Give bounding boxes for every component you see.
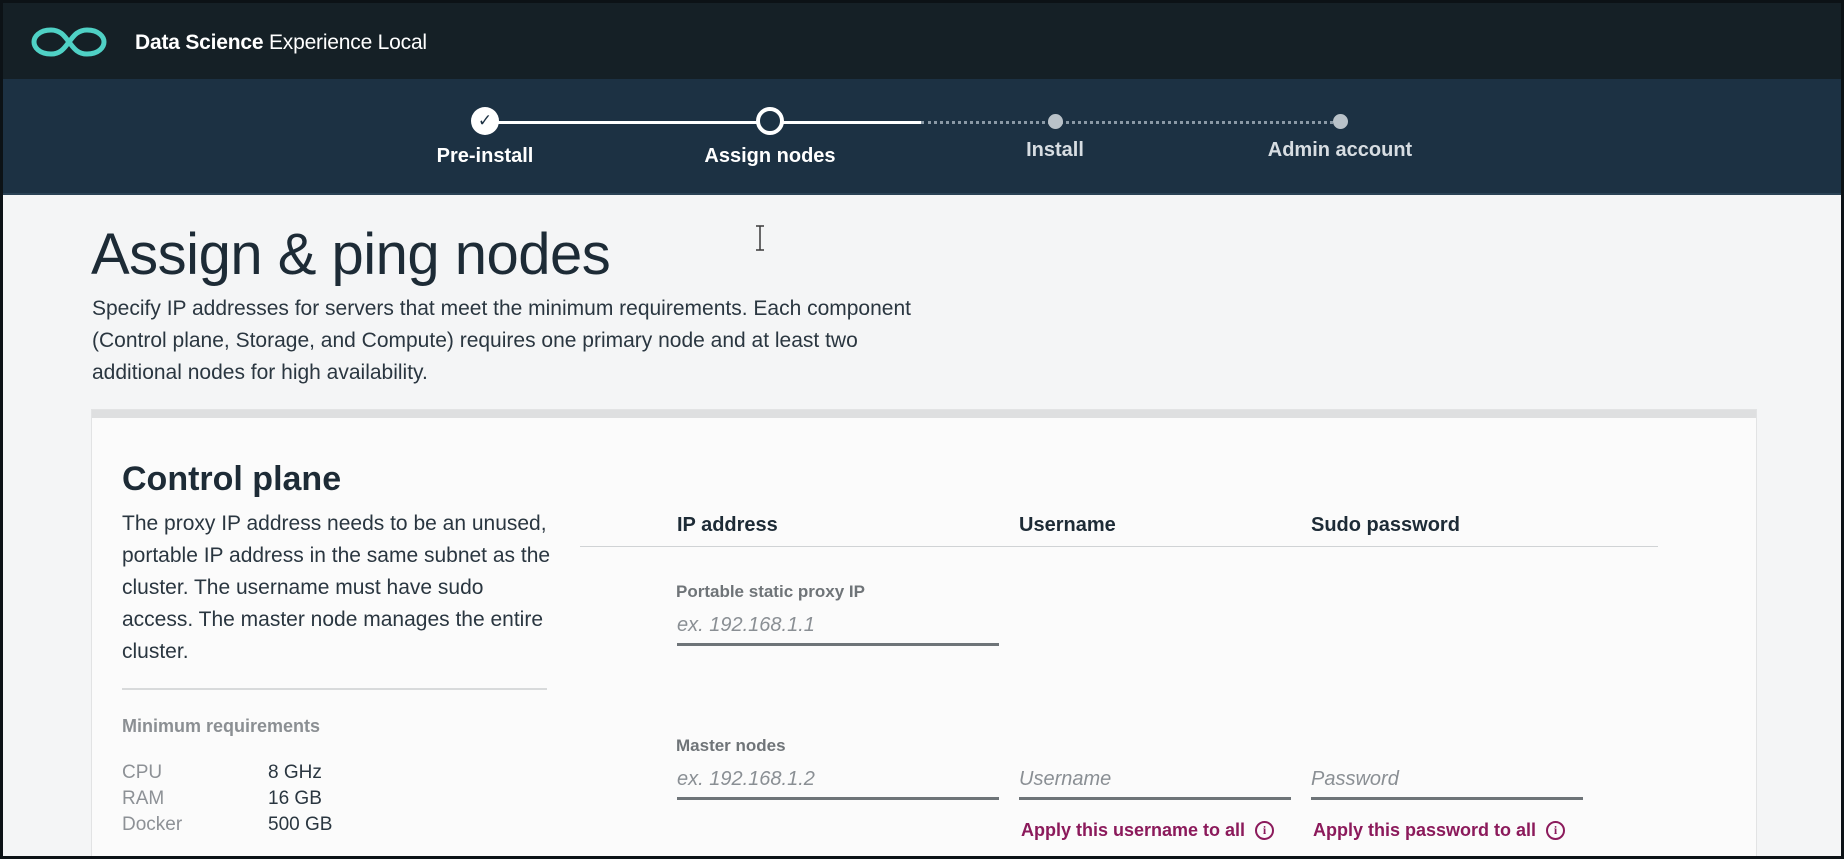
info-icon[interactable]: i <box>1546 821 1566 840</box>
text-cursor-icon <box>756 225 764 251</box>
app-title-bold: Data Science <box>135 31 264 54</box>
logo-icon <box>31 27 107 57</box>
divider <box>122 688 547 690</box>
apply-password-link[interactable]: Apply this password to all i <box>1313 820 1566 841</box>
apply-username-label: Apply this username to all <box>1021 820 1246 840</box>
master-username-field <box>1019 762 1291 800</box>
proxy-ip-label: Portable static proxy IP <box>676 582 865 601</box>
requirements-table: CPU 8 GHz RAM 16 GB Docker 500 GB <box>122 762 332 840</box>
step-admin-account[interactable]: Admin account <box>1240 107 1440 162</box>
requirements-title: Minimum requirements <box>122 716 321 736</box>
app-title-light: Experience Local <box>268 31 427 54</box>
master-username-input[interactable] <box>1019 762 1291 796</box>
column-header-ip: IP address <box>677 514 778 536</box>
page-description: Specify IP addresses for servers that me… <box>92 297 911 384</box>
control-plane-card: Control plane The proxy IP address needs… <box>92 410 1756 856</box>
header-divider <box>580 546 1658 547</box>
info-icon[interactable]: i <box>1255 821 1275 840</box>
progress-stepper: ✓ Pre-install Assign nodes Install Admin… <box>3 79 1841 251</box>
step-assign-nodes[interactable]: Assign nodes <box>670 107 870 168</box>
proxy-ip-field <box>677 608 999 646</box>
master-nodes-label: Master nodes <box>676 736 786 755</box>
column-header-password: Sudo password <box>1311 514 1460 536</box>
requirement-key: RAM <box>122 788 165 809</box>
card-description: The proxy IP address needs to be an unus… <box>122 512 551 663</box>
app-title: Data Science Experience Local <box>135 31 427 55</box>
step-label: Assign nodes <box>704 145 836 167</box>
step-label: Install <box>1026 139 1084 161</box>
pending-step-icon <box>1332 114 1348 129</box>
current-step-icon <box>756 107 784 135</box>
card-title: Control plane <box>122 460 342 498</box>
step-install[interactable]: Install <box>955 107 1155 162</box>
column-header-username: Username <box>1019 514 1116 536</box>
master-ip-field <box>677 762 999 800</box>
requirement-row: CPU 8 GHz <box>122 762 332 788</box>
master-password-field <box>1311 762 1583 800</box>
step-pre-install[interactable]: ✓ Pre-install <box>385 107 585 168</box>
requirement-value: 8 GHz <box>268 762 322 783</box>
page-title: Assign & ping nodes <box>91 222 611 287</box>
apply-password-label: Apply this password to all <box>1313 820 1537 840</box>
app-window: Data Science Experience Local ✓ Pre-inst… <box>0 0 1844 859</box>
checkmark-icon: ✓ <box>471 107 499 135</box>
master-password-input[interactable] <box>1311 762 1583 796</box>
requirement-row: RAM 16 GB <box>122 788 332 814</box>
step-label: Admin account <box>1267 139 1413 161</box>
master-ip-input[interactable] <box>677 762 999 796</box>
top-bar: Data Science Experience Local <box>3 3 1841 79</box>
requirement-value: 16 GB <box>268 788 322 809</box>
pending-step-icon <box>1047 114 1063 129</box>
requirement-key: CPU <box>122 762 163 783</box>
apply-username-link[interactable]: Apply this username to all i <box>1021 820 1275 841</box>
requirement-row: Docker 500 GB <box>122 814 332 840</box>
requirement-key: Docker <box>122 814 183 835</box>
requirement-value: 500 GB <box>268 814 333 835</box>
step-label: Pre-install <box>436 145 534 167</box>
proxy-ip-input[interactable] <box>677 608 999 642</box>
